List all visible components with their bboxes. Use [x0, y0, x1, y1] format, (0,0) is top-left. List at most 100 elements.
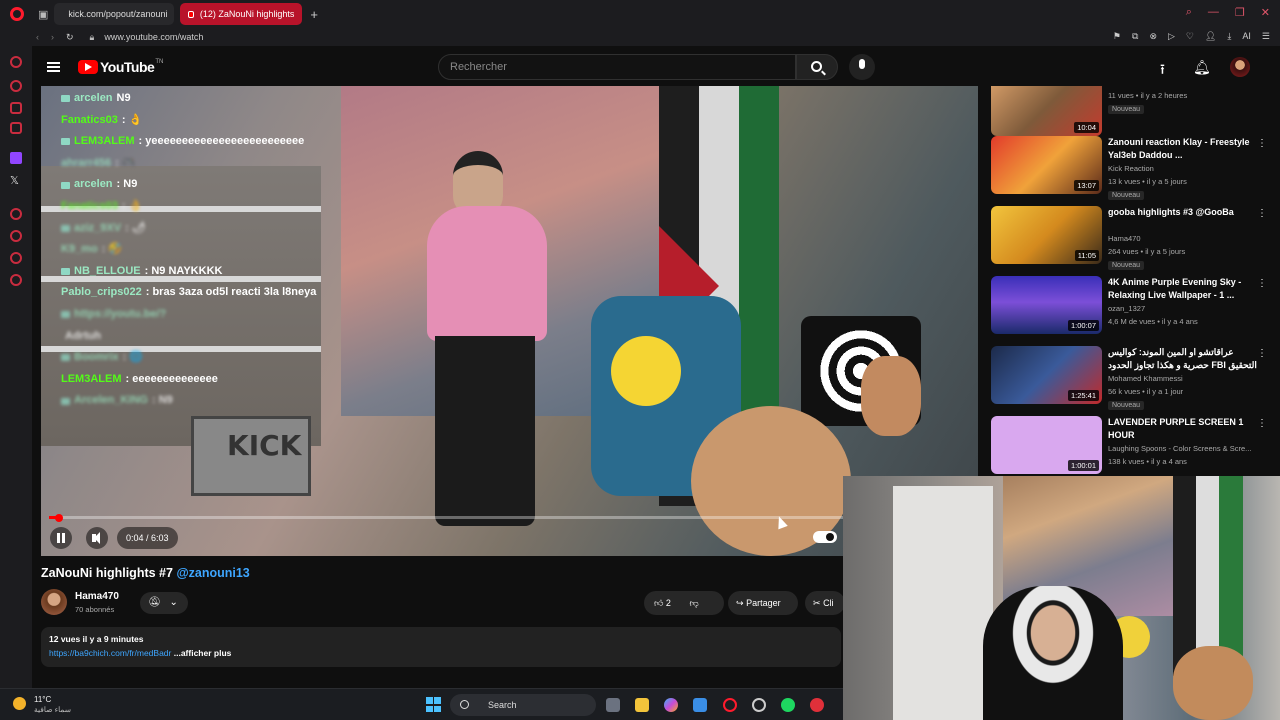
maximize-button[interactable]: ❐ [1235, 6, 1245, 19]
tab-stack-icon[interactable]: ▣ [38, 8, 48, 21]
more-actions-icon[interactable]: ⋮ [1257, 138, 1267, 149]
bookmark-icon[interactable]: ⚑ [1113, 31, 1121, 42]
opera-taskbar-icon[interactable] [723, 698, 737, 712]
close-window-button[interactable]: ✕ [1261, 6, 1270, 19]
minimize-button[interactable]: — [1208, 6, 1219, 19]
taskbar-search[interactable]: Search [450, 694, 596, 716]
menu-icon[interactable]: ☰ [1262, 31, 1270, 42]
dislike-button[interactable]: 👎︎ [689, 598, 698, 608]
recommended-title[interactable]: Zanouni reaction Klay - Freestyle Yal3eb… [1108, 136, 1258, 162]
sidebar-twitch-icon[interactable] [10, 152, 22, 164]
chat-username: Pablo_crips022 [61, 286, 142, 299]
lock-icon: 🔒︎ [89, 31, 95, 42]
url-field[interactable]: www.youtube.com/watch [104, 32, 203, 42]
task-view-icon[interactable] [606, 698, 620, 712]
description-box[interactable]: 12 vues il y a 9 minutes https://ba9chic… [41, 627, 841, 667]
search-button[interactable] [796, 54, 838, 80]
recommended-channel[interactable]: Laughing Spoons - Color Screens & Scre..… [1108, 444, 1251, 453]
new-tab-button[interactable]: + [310, 7, 318, 22]
store-icon[interactable] [693, 698, 707, 712]
file-explorer-icon[interactable] [635, 698, 649, 712]
recommended-video[interactable]: 1:00:07 4K Anime Purple Evening Sky - Rel… [991, 276, 1271, 342]
channel-name[interactable]: Hama470 [75, 591, 119, 602]
youtube-logo[interactable]: YouTube TN [78, 59, 163, 75]
recommended-video[interactable]: 13:07 Zanouni reaction Klay - Freestyle Y… [991, 136, 1271, 202]
video-thumbnail[interactable]: 10:04 [991, 86, 1102, 136]
player-icon[interactable]: ▷ [1168, 31, 1175, 42]
video-thumbnail[interactable]: 11:05 [991, 206, 1102, 264]
video-thumbnail[interactable]: 1:00:01 [991, 416, 1102, 474]
sidebar-history-icon[interactable] [10, 230, 22, 242]
tab-youtube[interactable]: (12) ZaNouNi highlights [180, 3, 303, 25]
tab-kick[interactable]: kick.com/popout/zanouni [54, 3, 175, 25]
scrubber-handle[interactable] [55, 514, 63, 522]
recommended-title[interactable]: 4K Anime Purple Evening Sky - Relaxing L… [1108, 276, 1258, 302]
clip-button[interactable]: ✂ Cli [805, 591, 845, 615]
account-avatar[interactable] [1230, 57, 1250, 77]
aria-ai-icon[interactable]: AI [1242, 31, 1251, 42]
upload-icon[interactable]: ⭱ [1160, 59, 1165, 83]
sidebar-speed-dial-icon[interactable] [10, 56, 22, 68]
recommended-channel[interactable]: Hama470 [1108, 234, 1141, 243]
webcam-bear [1173, 646, 1253, 720]
video-thumbnail[interactable]: 1:00:07 [991, 276, 1102, 334]
like-button[interactable]: 👍︎ 2 [654, 598, 671, 608]
recommended-channel[interactable]: Hama470 [1108, 86, 1141, 87]
recommended-title[interactable]: gooba highlights #3 @GooBa [1108, 206, 1258, 219]
sidebar-settings-icon[interactable] [10, 274, 22, 286]
reload-icon[interactable]: ↻ [66, 32, 74, 43]
sidebar-player-icon[interactable] [10, 208, 22, 220]
video-player[interactable]: KICK arcelen N9 Fanatics03: 👌 LEM3ALEM: yee… [41, 86, 978, 556]
progress-bar[interactable] [49, 516, 844, 519]
start-button[interactable] [426, 697, 441, 712]
video-thumbnail[interactable]: 13:07 [991, 136, 1102, 194]
more-actions-icon[interactable]: ⋮ [1257, 208, 1267, 219]
recommended-title[interactable]: عراقاتشو او المين الموند: كواليس حصرية و… [1108, 346, 1258, 372]
bell-icon[interactable]: 🔔︎ [1193, 59, 1211, 76]
recommended-video[interactable]: 11:05 gooba highlights #3 @GooBa ⋮ Hama470 2… [991, 206, 1271, 272]
profile-icon[interactable]: 👤︎ [1205, 31, 1216, 42]
volume-button[interactable] [86, 527, 108, 549]
spotify-icon[interactable] [781, 698, 795, 712]
heart-icon[interactable]: ♡ [1186, 31, 1194, 42]
search-input[interactable]: Rechercher [438, 54, 796, 80]
search-tabs-icon[interactable]: ⌕ [1186, 6, 1192, 19]
recommended-video[interactable]: 1:25:41 عراقاتشو او المين الموند: كواليس … [991, 346, 1271, 412]
sidebar-whatsapp-icon[interactable] [10, 102, 22, 114]
bell-off-icon: 🔕︎ [148, 597, 161, 608]
forward-icon[interactable]: › [51, 32, 54, 43]
more-actions-icon[interactable]: ⋮ [1257, 348, 1267, 359]
chat-message: K9_mo: 🤣 [61, 239, 341, 261]
recommended-channel[interactable]: ozan_1327 [1108, 304, 1145, 313]
app-icon[interactable] [810, 698, 824, 712]
sidebar-messenger-icon[interactable] [10, 80, 22, 92]
opera-logo-icon[interactable] [10, 7, 24, 21]
download-icon[interactable]: ⤓ [1227, 31, 1231, 42]
video-thumbnail[interactable]: 1:25:41 [991, 346, 1102, 404]
notification-toggle[interactable]: 🔕︎ ⌄ [140, 592, 188, 614]
opera-gx-taskbar-icon[interactable] [752, 698, 766, 712]
show-more-button[interactable]: ...afficher plus [171, 648, 232, 658]
recommended-title[interactable]: LAVENDER PURPLE SCREEN 1 HOUR [1108, 416, 1258, 442]
sidebar-m-icon[interactable] [10, 122, 22, 134]
sidebar-extensions-icon[interactable] [10, 252, 22, 264]
snapshot-icon[interactable]: ⧉ [1132, 31, 1138, 42]
vpn-icon[interactable]: ⊗ [1149, 31, 1157, 42]
channel-mention-link[interactable]: @zanouni13 [176, 566, 249, 580]
pause-button[interactable] [50, 527, 72, 549]
voice-search-button[interactable] [849, 54, 875, 80]
more-actions-icon[interactable]: ⋮ [1257, 418, 1267, 429]
recommended-channel[interactable]: Mohamed Khammessi [1108, 374, 1183, 383]
share-button[interactable]: ↪ Partager [728, 591, 798, 615]
copilot-icon[interactable] [664, 698, 678, 712]
video-title: ZaNouNi highlights #7 @zanouni13 [41, 566, 250, 580]
recommended-video[interactable]: 1:00:01 LAVENDER PURPLE SCREEN 1 HOUR ⋮ Lau… [991, 416, 1271, 476]
channel-avatar[interactable] [41, 589, 67, 615]
back-icon[interactable]: ‹ [36, 32, 39, 43]
description-link[interactable]: https://ba9chich.com/fr/medBadr [49, 648, 171, 658]
more-actions-icon[interactable]: ⋮ [1257, 278, 1267, 289]
recommended-channel[interactable]: Kick Reaction [1108, 164, 1154, 173]
sidebar-x-icon[interactable]: 𝕏 [10, 174, 19, 187]
autoplay-toggle[interactable] [813, 531, 837, 543]
guide-menu-icon[interactable] [47, 62, 60, 72]
